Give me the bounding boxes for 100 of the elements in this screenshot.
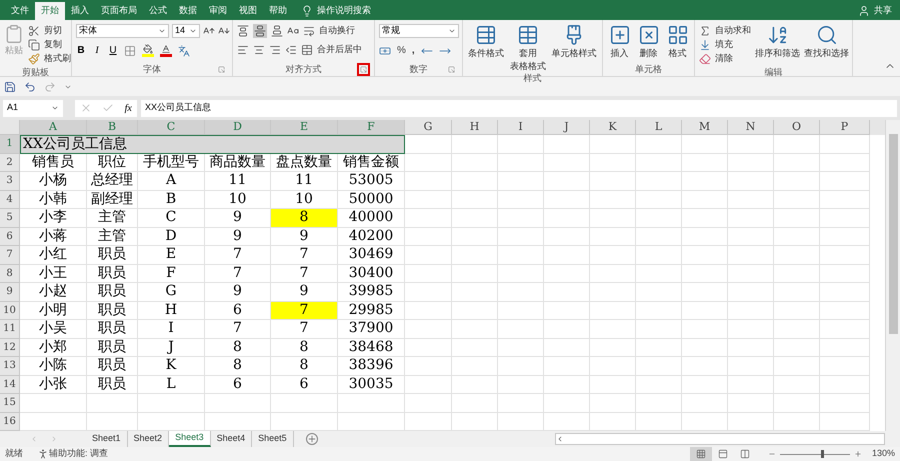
table-cell[interactable] xyxy=(774,190,820,209)
table-cell[interactable]: 小李 xyxy=(20,209,87,228)
name-box[interactable]: A1 xyxy=(3,100,63,116)
table-cell[interactable] xyxy=(728,190,774,209)
ribbon-tab[interactable]: 开始 xyxy=(35,2,65,20)
underline-button[interactable]: U xyxy=(108,43,118,58)
format-as-table-button[interactable]: 套用 表格格式 xyxy=(509,24,547,72)
bold-button[interactable]: B xyxy=(76,43,86,58)
table-cell[interactable] xyxy=(405,154,452,172)
table-cell[interactable] xyxy=(820,394,870,412)
table-cell[interactable] xyxy=(820,209,870,228)
table-cell[interactable]: 9 xyxy=(271,228,338,246)
delete-button[interactable]: 删除 xyxy=(636,24,661,63)
table-cell[interactable] xyxy=(682,228,728,246)
table-cell[interactable] xyxy=(728,302,774,320)
table-cell[interactable]: 盘点数量 xyxy=(271,154,338,172)
table-cell[interactable]: 11 xyxy=(205,172,271,190)
table-cell[interactable]: 销售员 xyxy=(20,154,87,172)
fill-color-icon[interactable] xyxy=(142,44,154,57)
ribbon-tab[interactable]: 文件 xyxy=(5,2,35,20)
table-cell[interactable] xyxy=(590,394,636,412)
table-cell[interactable]: K xyxy=(138,357,205,376)
table-cell[interactable] xyxy=(636,209,682,228)
table-cell[interactable]: 40000 xyxy=(338,209,405,228)
table-cell[interactable] xyxy=(452,357,498,376)
table-cell[interactable] xyxy=(774,172,820,190)
table-cell[interactable] xyxy=(728,394,774,412)
find-select-button[interactable]: 查找和选择 xyxy=(804,24,849,66)
table-cell[interactable] xyxy=(544,338,590,357)
table-cell[interactable]: L xyxy=(138,376,205,394)
ribbon-tab[interactable]: 视图 xyxy=(233,2,263,20)
table-cell[interactable] xyxy=(498,154,544,172)
cell-styles-button[interactable]: 单元格样式 xyxy=(551,24,597,72)
column-header[interactable]: E xyxy=(271,120,338,135)
table-cell[interactable] xyxy=(636,376,682,394)
table-cell[interactable] xyxy=(544,283,590,302)
table-cell[interactable] xyxy=(774,154,820,172)
table-cell[interactable] xyxy=(682,357,728,376)
table-cell[interactable] xyxy=(728,376,774,394)
table-cell[interactable]: 39985 xyxy=(338,283,405,302)
table-cell[interactable] xyxy=(820,246,870,264)
table-cell[interactable] xyxy=(405,283,452,302)
cut-button[interactable]: 剪切 xyxy=(28,24,71,38)
table-cell[interactable]: 总经理 xyxy=(87,172,138,190)
table-cell[interactable] xyxy=(728,246,774,264)
table-cell[interactable] xyxy=(544,394,590,412)
table-cell[interactable] xyxy=(452,320,498,338)
table-cell[interactable] xyxy=(636,154,682,172)
font-color-icon[interactable] xyxy=(160,44,172,57)
table-cell[interactable] xyxy=(682,209,728,228)
table-cell[interactable] xyxy=(498,320,544,338)
table-cell[interactable] xyxy=(728,228,774,246)
table-cell[interactable]: I xyxy=(138,320,205,338)
row-header[interactable]: 16 xyxy=(0,412,20,431)
table-cell[interactable] xyxy=(138,394,205,412)
table-cell[interactable]: 小王 xyxy=(20,264,87,283)
table-cell[interactable] xyxy=(774,320,820,338)
table-cell[interactable]: 38468 xyxy=(338,338,405,357)
ribbon-tab[interactable]: 审阅 xyxy=(203,2,233,20)
table-cell[interactable] xyxy=(544,357,590,376)
table-cell[interactable]: 7 xyxy=(205,320,271,338)
table-cell[interactable] xyxy=(405,357,452,376)
table-cell[interactable]: 小郑 xyxy=(20,338,87,357)
table-cell[interactable] xyxy=(544,135,590,154)
wrap-text-button[interactable]: 自动换行 xyxy=(303,24,355,38)
table-cell[interactable]: 小杨 xyxy=(20,172,87,190)
table-cell[interactable] xyxy=(774,302,820,320)
table-cell[interactable]: 6 xyxy=(205,376,271,394)
row-header[interactable]: 4 xyxy=(0,190,20,209)
row-header[interactable]: 3 xyxy=(0,172,20,190)
table-cell[interactable] xyxy=(544,190,590,209)
table-cell[interactable] xyxy=(682,154,728,172)
table-cell[interactable] xyxy=(452,376,498,394)
table-cell[interactable] xyxy=(20,394,87,412)
table-cell[interactable]: 副经理 xyxy=(87,190,138,209)
table-cell[interactable] xyxy=(405,376,452,394)
table-cell[interactable] xyxy=(636,264,682,283)
table-cell[interactable]: 职员 xyxy=(87,357,138,376)
table-cell[interactable] xyxy=(820,338,870,357)
table-cell[interactable] xyxy=(452,135,498,154)
table-cell[interactable] xyxy=(452,338,498,357)
table-cell[interactable] xyxy=(728,338,774,357)
align-middle-icon[interactable] xyxy=(253,24,267,38)
table-cell[interactable] xyxy=(774,264,820,283)
table-cell[interactable]: 7 xyxy=(271,320,338,338)
table-cell[interactable] xyxy=(820,264,870,283)
table-cell[interactable] xyxy=(636,394,682,412)
table-cell[interactable]: 职员 xyxy=(87,302,138,320)
table-cell[interactable]: 8 xyxy=(205,357,271,376)
row-header[interactable]: 2 xyxy=(0,154,20,172)
table-cell[interactable] xyxy=(452,264,498,283)
table-cell[interactable] xyxy=(682,172,728,190)
row-header[interactable]: 9 xyxy=(0,283,20,302)
table-cell[interactable]: B xyxy=(138,190,205,209)
table-cell[interactable]: 职员 xyxy=(87,283,138,302)
table-cell[interactable] xyxy=(544,172,590,190)
table-cell[interactable] xyxy=(498,172,544,190)
column-header[interactable]: A xyxy=(20,120,87,135)
table-cell[interactable] xyxy=(498,302,544,320)
table-cell[interactable] xyxy=(405,246,452,264)
